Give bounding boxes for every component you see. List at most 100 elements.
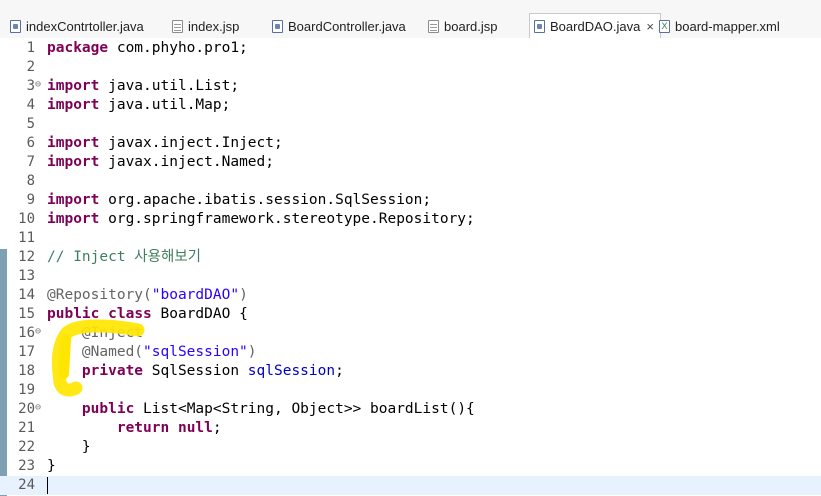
line-number: 2 [26,59,35,75]
code-token: class [108,306,152,322]
code-token: sqlSession [247,363,336,379]
line-number: 8 [26,173,35,189]
tab-1[interactable]: index.jsp [172,15,239,37]
code-token: return [116,420,170,436]
line-number: 23 [18,458,35,474]
tab-label: BoardDAO.java [550,18,641,34]
line-number: 24 [18,477,35,493]
fold-collapse-icon[interactable]: ⊖ [35,324,41,340]
code-token: import [47,192,100,208]
line-number: 14 [18,287,35,303]
code-line[interactable]: 8 [0,172,821,191]
code-line[interactable]: 7 import javax.inject.Named; [0,153,821,172]
tab-4[interactable]: BoardDAO.java × [529,13,661,39]
line-number: 17 [18,344,35,360]
line-code: import java.util.List; [47,77,239,96]
line-code: import org.springframework.stereotype.Re… [47,210,475,229]
code-token: import [47,154,100,170]
code-token: org.springframework.stereotype.Repositor… [99,211,475,227]
code-token: import [47,78,100,94]
code-editor[interactable]: 1 package com.phyho.pro1; 2 3 ⊖ import java.u… [0,38,821,496]
code-line[interactable]: 10 import org.springframework.stereotype.… [0,210,821,229]
line-code: } [47,438,91,457]
code-token: package [47,40,109,56]
line-number: 3 [26,78,35,94]
line-code: private SqlSession sqlSession; [47,362,344,381]
java-file-icon [534,19,545,33]
line-code: @Inject [47,324,143,343]
close-icon[interactable]: × [646,19,654,34]
code-token: @Named( [81,344,144,360]
line-number: 9 [26,192,35,208]
code-line[interactable]: 22 } [0,438,821,457]
java-file-icon [10,19,21,33]
code-token: @Repository( [47,287,152,303]
tab-3[interactable]: board.jsp [428,15,497,37]
line-number: 18 [18,363,35,379]
code-token: java.util.Map; [99,97,231,113]
code-line[interactable]: 11 [0,229,821,248]
tab-label: BoardController.java [288,18,406,34]
line-number: 19 [18,382,35,398]
tab-0[interactable]: indexContrtoller.java [10,15,144,37]
java-file-icon [272,19,283,33]
code-line[interactable]: 21 return null; [0,419,821,438]
code-token: public [81,401,135,417]
line-number: 5 [26,116,35,132]
code-line[interactable]: 16 ⊖ @Inject [0,324,821,343]
code-line[interactable]: 9 import org.apache.ibatis.session.SqlSes… [0,191,821,210]
code-line[interactable]: 6 import javax.inject.Inject; [0,134,821,153]
code-token: ; [212,420,222,436]
line-code: public List<Map<String, Object>> boardLi… [47,400,475,419]
code-line[interactable]: 13 [0,267,821,286]
line-code: public class BoardDAO { [47,305,248,324]
jsp-file-icon [428,19,439,33]
tab-5[interactable]: Xboard-mapper.xml [659,15,780,37]
code-line[interactable]: 18 private SqlSession sqlSession; [0,362,821,381]
xml-file-icon: X [659,19,670,33]
code-token: private [81,363,144,379]
line-number: 1 [26,40,35,56]
code-line[interactable]: 20 ⊖ public List<Map<String, Object>> boa… [0,400,821,419]
code-token: ; [335,363,344,379]
line-code: import javax.inject.Named; [47,153,274,172]
code-line[interactable]: 17 @Named("sqlSession") [0,343,821,362]
line-number: 12 [18,249,35,265]
code-token: BoardDAO { [151,306,248,322]
line-code: package com.phyho.pro1; [47,39,248,58]
code-line[interactable]: 19 [0,381,821,400]
line-number: 15 [18,306,35,322]
code-token: @Inject [81,325,144,341]
code-line[interactable]: 3 ⊖ import java.util.List; [0,77,821,96]
code-line[interactable]: 24 [0,476,821,495]
code-line[interactable]: 5 [0,115,821,134]
code-line[interactable]: 15 public class BoardDAO { [0,305,821,324]
code-token: SqlSession [143,363,248,379]
line-number: 16 [18,325,35,341]
text-caret [47,477,48,494]
code-token: import [47,97,100,113]
fold-collapse-icon[interactable]: ⊖ [35,400,41,416]
code-line[interactable]: 23} [0,457,821,476]
code-token: ) [247,344,257,360]
code-token: } [47,439,91,455]
tab-2[interactable]: BoardController.java [272,15,406,37]
code-line[interactable]: 12 // Inject 사용해보기 [0,248,821,267]
code-line[interactable]: 1 package com.phyho.pro1; [0,39,821,58]
editor-tab-bar: indexContrtoller.java index.jsp BoardContr… [0,0,821,39]
code-token: null [177,420,213,436]
tab-label: index.jsp [188,18,240,34]
line-number: 21 [18,420,35,436]
line-number: 13 [18,268,35,284]
jsp-file-icon [172,19,183,33]
code-token: "sqlSession" [143,344,248,360]
fold-collapse-icon[interactable]: ⊖ [35,77,41,93]
code-line[interactable]: 2 [0,58,821,77]
line-number: 20 [18,401,35,417]
code-line[interactable]: 14 @Repository("boardDAO") [0,286,821,305]
code-line[interactable]: 4 import java.util.Map; [0,96,821,115]
